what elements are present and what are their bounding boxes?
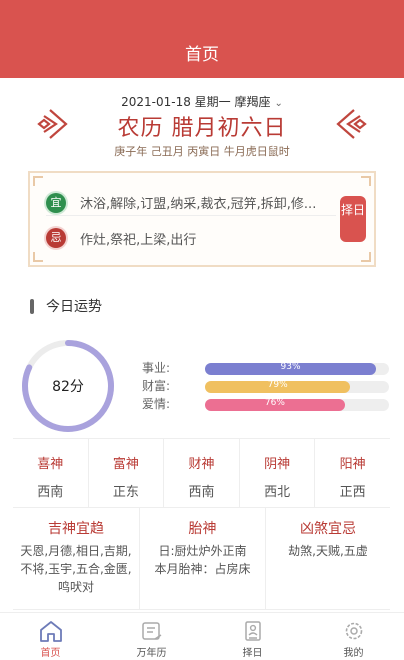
god-title: 喜神: [37, 457, 64, 472]
gods-directions-grid: 喜神 西南 富神 正东 财神 西南 阴神 西北 阳神 正西: [13, 438, 390, 508]
god-direction: 西北: [264, 485, 291, 500]
taishen-title: 胎神: [188, 521, 217, 537]
ji-text: 作灶,祭祀,上梁,出行: [80, 232, 197, 248]
section-bar: [30, 298, 34, 314]
document-person-icon[interactable]: [240, 619, 266, 643]
progress-percent: 93%: [280, 362, 301, 372]
god-cell: 财神 西南: [163, 439, 239, 507]
solar-date-selector[interactable]: 2021-01-18 星期一 摩羯座 ⌄: [0, 93, 404, 110]
progress-track: 93%: [205, 362, 389, 375]
frame-corner: [361, 252, 371, 262]
god-cell: 阴神 西北: [238, 439, 315, 507]
jishen-title: 吉神宜趋: [48, 521, 104, 537]
yi-text: 沐浴,解除,订盟,纳采,裁衣,冠笄,拆卸,修...: [80, 197, 317, 212]
tab-zeri[interactable]: 择日: [202, 613, 303, 660]
progress-fill: 93%: [205, 362, 377, 375]
tab-home[interactable]: 首页: [0, 613, 101, 660]
fortune-label: 事业:: [142, 361, 171, 375]
god-direction: 西南: [188, 485, 215, 500]
xiongsha-text: 劫煞,天贼,五虚: [288, 544, 368, 558]
chevron-down-icon[interactable]: ⌄: [274, 98, 282, 109]
fortune-score: 82分: [52, 379, 84, 395]
xiongsha-title: 凶煞宜忌: [300, 521, 356, 537]
ji-row[interactable]: 忌 作灶,祭祀,上梁,出行: [46, 225, 336, 251]
tab-calendar[interactable]: 万年历: [101, 613, 202, 660]
god-cell: 喜神 西南: [13, 439, 88, 507]
tab-label[interactable]: 万年历: [101, 644, 202, 659]
progress-percent: 76%: [264, 398, 285, 408]
god-title: 阳神: [339, 457, 366, 472]
ji-badge: 忌: [46, 228, 66, 248]
god-cell: 富神 正东: [87, 439, 164, 507]
progress-percent: 79%: [267, 380, 288, 390]
taishen-line-2: 本月胎神：占房床: [154, 562, 251, 576]
fortune-career: 事业: 93%: [142, 360, 392, 376]
god-direction: 正西: [339, 485, 366, 500]
jishen-cell: 吉神宜趋 天恩,月德,相日,吉期,不将,玉宇,五合,金匮,鸣吠对: [13, 508, 139, 609]
god-title: 富神: [112, 457, 139, 472]
fortune-love: 爱情: 76%: [142, 396, 392, 412]
tab-label[interactable]: 我的: [303, 644, 404, 659]
tab-label[interactable]: 择日: [202, 644, 303, 659]
calendar-scroll-icon[interactable]: [139, 619, 165, 643]
gear-icon[interactable]: [341, 619, 367, 643]
house-icon[interactable]: [38, 619, 64, 643]
taishen-cell: 胎神 日:厨灶炉外正南 本月胎神：占房床: [139, 508, 265, 609]
zeri-button[interactable]: 择日: [340, 196, 366, 242]
progress-track: 79%: [205, 380, 389, 393]
fortune-title: 今日运势: [46, 299, 102, 315]
xiongsha-cell: 凶煞宜忌 劫煞,天贼,五虚: [265, 508, 390, 609]
tab-label[interactable]: 首页: [0, 644, 101, 659]
jishen-text: 天恩,月德,相日,吉期,不将,玉宇,五合,金匮,鸣吠对: [20, 544, 132, 594]
progress-track: 76%: [205, 398, 389, 411]
god-title: 阴神: [264, 457, 291, 472]
god-cell: 阳神 正西: [314, 439, 390, 507]
frame-corner: [33, 252, 43, 262]
yi-row[interactable]: 宜 沐浴,解除,订盟,纳采,裁衣,冠笄,拆卸,修...: [46, 190, 336, 216]
god-title: 财神: [188, 457, 215, 472]
progress-fill: 76%: [205, 398, 345, 411]
fortune-wealth: 财富: 79%: [142, 378, 392, 394]
progress-fill: 79%: [205, 380, 351, 393]
lower-info-grid: 吉神宜趋 天恩,月德,相日,吉期,不将,玉宇,五合,金匮,鸣吠对 胎神 日:厨灶…: [13, 508, 390, 610]
frame-corner: [33, 176, 43, 186]
taishen-line-1: 日:厨灶炉外正南: [158, 544, 247, 558]
frame-corner: [361, 176, 371, 186]
yiji-card: 宜 沐浴,解除,订盟,纳采,裁衣,冠笄,拆卸,修... 忌 作灶,祭祀,上梁,出…: [28, 171, 376, 267]
fortune-label: 爱情:: [142, 397, 171, 411]
tab-mine[interactable]: 我的: [303, 613, 404, 660]
page-title: 首页: [185, 45, 219, 65]
god-direction: 正东: [112, 485, 139, 500]
app-header: 首页: [0, 0, 404, 78]
lunar-date: 农历 腊月初六日: [117, 116, 287, 141]
solar-date[interactable]: 2021-01-18 星期一 摩羯座: [121, 95, 270, 109]
fortune-label: 财富:: [142, 379, 171, 393]
fortune-section-title: 今日运势: [30, 296, 102, 316]
god-direction: 西南: [37, 485, 64, 500]
bottom-tab-bar: 首页 万年历 择日 我的: [0, 612, 404, 660]
ganzhi-line: 庚子年 己丑月 丙寅日 牛月虎日鼠时: [114, 145, 290, 158]
yi-badge: 宜: [46, 192, 66, 213]
